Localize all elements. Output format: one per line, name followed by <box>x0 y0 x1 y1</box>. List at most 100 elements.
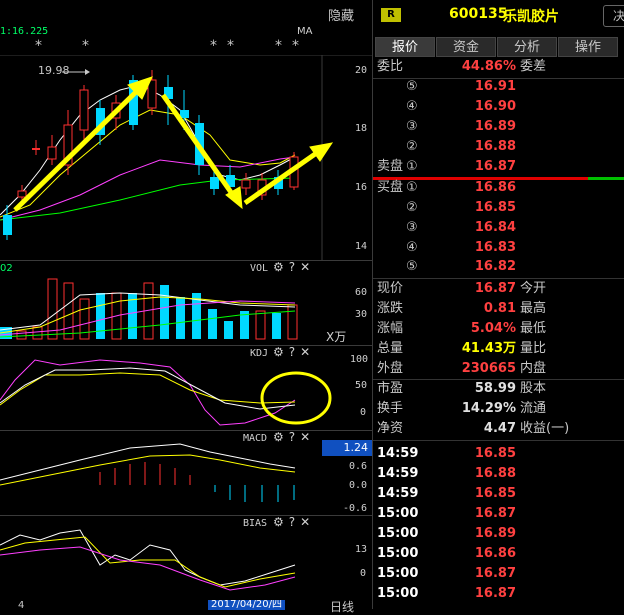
kdj-y-tick: 0 <box>360 407 367 418</box>
bid-price: 16.84 <box>474 220 516 235</box>
tick-price: 16.87 <box>474 506 516 521</box>
tick-price: 16.89 <box>474 526 516 541</box>
stat-label: 现价 <box>377 281 404 296</box>
ma-value-label: 1:16.225 <box>0 26 49 37</box>
stat-label: 换手 <box>377 401 404 416</box>
macd-chart[interactable] <box>0 430 322 515</box>
vol-y-tick: 60 <box>355 287 368 298</box>
kline-chart[interactable] <box>0 55 372 260</box>
kdj-chart[interactable] <box>0 345 340 430</box>
tab-funds[interactable]: 资金 <box>436 37 496 57</box>
annotation-circle <box>260 371 332 425</box>
buy-label: 买盘 <box>377 180 404 195</box>
stock-name: 乐凯胶片 <box>503 9 559 25</box>
tick-row: 14:59 16.85 <box>373 444 624 464</box>
ask-row: 卖盘 ① 16.87 <box>373 157 624 177</box>
tick-row: 15:00 16.87 <box>373 504 624 524</box>
ask-level: ② <box>406 139 418 154</box>
kdj-y-tick: 50 <box>355 380 368 391</box>
macd-y-tick: 0.6 <box>349 461 368 472</box>
tick-row: 14:59 16.85 <box>373 484 624 504</box>
vol-left-label: 02 <box>0 263 13 274</box>
star-mark: * <box>275 38 282 54</box>
weibi-label: 委比 <box>377 59 404 74</box>
weibi-value: 44.86% <box>461 59 516 74</box>
volume-chart[interactable] <box>0 275 322 345</box>
decide-button[interactable]: 决 <box>603 5 624 27</box>
tick-time: 14:59 <box>377 446 419 461</box>
help-icon[interactable]: ? <box>289 260 295 274</box>
stat-label: 净资 <box>377 421 404 436</box>
stat-row: 市盈 58.99 股本 <box>373 379 624 399</box>
stat-value: 14.29% <box>461 401 516 416</box>
tick-time: 15:00 <box>377 566 419 581</box>
stat-label: 总量 <box>377 341 404 356</box>
sell-label: 卖盘 <box>377 159 404 174</box>
stat-value: 58.99 <box>474 381 516 396</box>
vol-controls: ⚙? ✕ <box>268 260 310 274</box>
stat-value: 0.81 <box>483 301 516 316</box>
ask-price: 16.88 <box>474 139 516 154</box>
stat-label2: 最低 <box>520 321 547 336</box>
bid-level: ⑤ <box>406 259 418 274</box>
stat-label: 涨幅 <box>377 321 404 336</box>
stat-value: 16.87 <box>474 281 516 296</box>
ask-price: 16.87 <box>474 159 516 174</box>
chart-area[interactable]: 1:16.225 MA 隐藏 * * * * * * 19.98 20 18 1… <box>0 0 372 614</box>
y-tick: 16 <box>355 182 368 193</box>
tab-quote[interactable]: 报价 <box>375 37 435 57</box>
ask-level: ③ <box>406 119 418 134</box>
bid-row: ② 16.85 <box>373 198 624 218</box>
ma-tag: MA <box>297 26 313 37</box>
stat-label: 涨跌 <box>377 301 404 316</box>
tick-price: 16.87 <box>474 586 516 601</box>
macd-value-badge: 1.24 <box>322 440 372 456</box>
trend-arrows <box>13 76 334 212</box>
ask-price: 16.91 <box>474 79 516 94</box>
macd-y-tick: -0.6 <box>343 503 368 514</box>
tick-row: 15:00 16.87 <box>373 584 624 604</box>
close-icon[interactable]: ✕ <box>300 260 310 274</box>
period-label[interactable]: 日线 <box>330 598 354 615</box>
stat-label: 外盘 <box>377 361 404 376</box>
bias-y-tick: 0 <box>360 568 367 579</box>
tick-price: 16.86 <box>474 546 516 561</box>
hide-button[interactable]: 隐藏 <box>328 5 354 24</box>
stat-row: 总量 41.43万 量比 <box>373 339 624 359</box>
stat-label2: 收益(一) <box>520 421 570 436</box>
weibi-row: 委比 44.86% 委差 <box>373 57 624 77</box>
bias-y-tick: 13 <box>355 544 368 555</box>
ask-row: ② 16.88 <box>373 137 624 157</box>
macd-y-tick: 0.0 <box>349 480 368 491</box>
ask-level: ④ <box>406 99 418 114</box>
tab-operate[interactable]: 操作 <box>558 37 618 57</box>
bid-price: 16.83 <box>474 240 516 255</box>
bid-row: ③ 16.84 <box>373 218 624 238</box>
gear-icon[interactable]: ⚙ <box>273 260 284 274</box>
vol-y-tick: 30 <box>355 309 368 320</box>
weicha-label: 委差 <box>520 59 547 74</box>
bid-level: ② <box>406 200 418 215</box>
tick-price: 16.88 <box>474 466 516 481</box>
quote-panel: R 600135 乐凯胶片 决 报价 资金 分析 操作 委比 44.86% 委差… <box>373 0 624 609</box>
bid-price: 16.85 <box>474 200 516 215</box>
stat-row: 现价 16.87 今开 <box>373 279 624 299</box>
tick-price: 16.85 <box>474 446 516 461</box>
bid-level: ① <box>406 180 418 195</box>
stat-label2: 量比 <box>520 341 547 356</box>
ask-price: 16.89 <box>474 119 516 134</box>
stat-label2: 流通 <box>520 401 547 416</box>
tick-row: 15:00 16.87 <box>373 564 624 584</box>
bid-row: 买盘 ① 16.86 <box>373 178 624 198</box>
stat-value: 230665 <box>461 361 516 376</box>
tick-time: 14:59 <box>377 466 419 481</box>
stat-label: 市盈 <box>377 381 404 396</box>
y-tick: 20 <box>355 65 368 76</box>
tick-row: 15:00 16.89 <box>373 524 624 544</box>
tick-price: 16.87 <box>474 566 516 581</box>
bias-chart[interactable] <box>0 515 322 600</box>
tab-analysis[interactable]: 分析 <box>497 37 557 57</box>
vol-title: VOL <box>250 263 269 274</box>
bid-level: ③ <box>406 220 418 235</box>
stat-label2: 今开 <box>520 281 547 296</box>
